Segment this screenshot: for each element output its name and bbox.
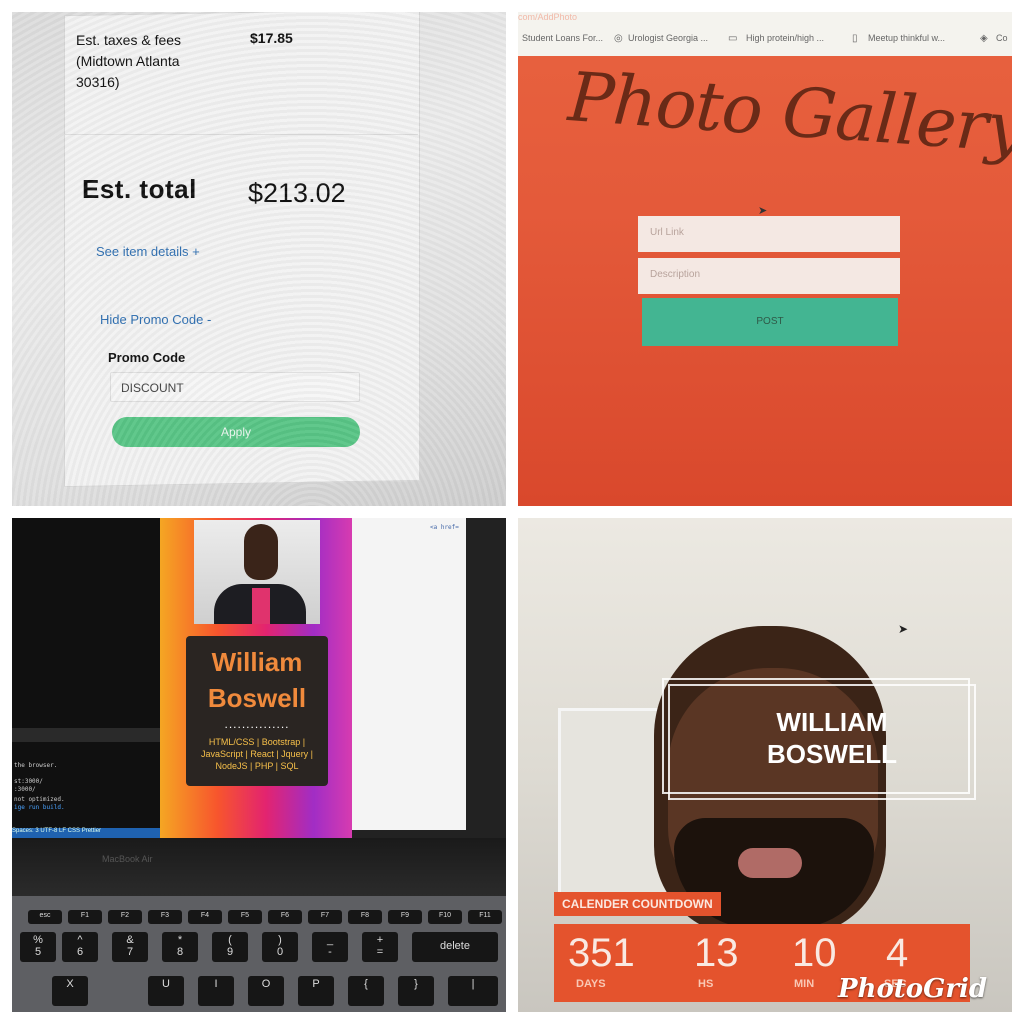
page-title: Photo Gallery [565,58,1012,169]
bookmark-high-protein[interactable]: High protein/high ... [746,33,824,43]
checkout-photo: Est. taxes & fees (Midtown Atlanta 30316… [12,12,506,506]
profile-photo-shirt [252,588,270,624]
keyboard: esc F1 F2 F3 F4 F5 F6 F7 F8 F9 F10 F11 %… [12,896,506,1012]
folder-icon: ▭ [728,33,738,44]
key-f1[interactable]: F1 [68,910,102,924]
key-delete[interactable]: delete [412,932,498,962]
key-f7[interactable]: F7 [308,910,342,924]
key-o[interactable]: O [248,976,284,1006]
hide-promo-code-link[interactable]: Hide Promo Code - [100,312,211,327]
laptop-bezel [12,838,506,896]
taxes-label: Est. taxes & fees (Midtown Atlanta 30316… [76,32,182,90]
devtools-pane [352,518,466,830]
taxes-value: $17.85 [250,30,293,46]
terminal-line: the browser. [14,762,58,769]
key-pipe[interactable]: | [448,976,498,1006]
divider-dots: ............... [224,717,290,731]
key-9[interactable]: ( 9 [212,932,248,962]
key-f3[interactable]: F3 [148,910,182,924]
key-p[interactable]: P [298,976,334,1006]
photogrid-watermark: PhotoGrid [838,974,988,1004]
laptop-label: MacBook Air [102,854,153,864]
editor-status-bar: Spaces: 3 UTF-8 LF CSS Prettier [12,828,160,838]
key-f8[interactable]: F8 [348,910,382,924]
key-8[interactable]: * 8 [162,932,198,962]
key-f6[interactable]: F6 [268,910,302,924]
see-item-details-link[interactable]: See item details + [96,244,200,259]
globe-icon: ◎ [614,33,623,44]
countdown-hours-unit: HS [698,978,714,990]
portrait-mouth [738,848,802,878]
key-equals[interactable]: + = [362,932,398,962]
bookmark-urologist[interactable]: Urologist Georgia ... [628,33,708,43]
terminal-toolbar [12,728,160,742]
countdown-seconds: 4 [886,931,909,975]
key-close-brace[interactable]: } [398,976,434,1006]
promo-code-input[interactable]: DISCOUNT [110,372,360,402]
terminal-line: :3000/ [14,786,36,793]
skills-list: HTML/CSS | Bootstrap | JavaScript | Reac… [200,737,314,771]
terminal-line: ige run build. [14,804,65,811]
key-f11[interactable]: F11 [468,910,502,924]
profile-photo-head [244,524,278,580]
countdown-hours: 13 [694,931,739,975]
bookmark-meetup[interactable]: Meetup thinkful w... [868,33,945,43]
countdown-days-unit: DAYS [576,978,606,990]
hero-name: WILLIAM BOSWELL [767,707,897,769]
divider [64,134,418,135]
key-i[interactable]: I [198,976,234,1006]
key-minus[interactable]: _ - [312,932,348,962]
countdown-minutes: 10 [792,931,837,975]
key-6[interactable]: ^ 6 [62,932,98,962]
first-name: William [211,647,303,677]
codepen-icon: ◈ [980,33,988,44]
key-0[interactable]: ) 0 [262,932,298,962]
photo-gallery-photo: com/AddPhoto Student Loans For... ◎ Urol… [518,12,1012,506]
key-open-brace[interactable]: { [348,976,384,1006]
total-value: $213.02 [248,178,346,208]
key-x[interactable]: X [52,976,88,1006]
countdown-minutes-unit: MIN [794,978,815,990]
mouse-cursor-icon: ➤ [758,205,768,217]
key-esc[interactable]: esc [28,910,62,924]
countdown-photo: WILLIAM BOSWELL ➤ CALENDER COUNTDOWN 351… [518,518,1012,1012]
laptop-portfolio-photo: the browser. st:3000/ :3000/ not optimiz… [12,518,506,1012]
mouse-cursor-icon: ➤ [898,622,909,636]
name-card: William Boswell ............... HTML/CSS… [186,636,328,786]
page-icon: ▯ [852,33,858,44]
bookmark-co[interactable]: Co [996,33,1008,43]
key-7[interactable]: & 7 [112,932,148,962]
key-u[interactable]: U [148,976,184,1006]
key-f5[interactable]: F5 [228,910,262,924]
key-f4[interactable]: F4 [188,910,222,924]
countdown-days: 351 [568,931,635,975]
code-text: <a href= [430,524,459,531]
total-label: Est. total [82,174,197,204]
description-input[interactable]: Description [638,258,900,294]
url-link-input[interactable]: Url Link [638,216,900,252]
key-f2[interactable]: F2 [108,910,142,924]
terminal-line: st:3000/ [14,778,43,785]
post-button[interactable]: POST [642,298,898,346]
terminal-line: not optimized. [14,796,65,803]
key-5[interactable]: % 5 [20,932,56,962]
key-f10[interactable]: F10 [428,910,462,924]
promo-code-label: Promo Code [108,350,186,365]
bookmark-student-loans[interactable]: Student Loans For... [522,33,603,43]
last-name: Boswell [207,683,307,713]
key-f9[interactable]: F9 [388,910,422,924]
address-bar-url[interactable]: com/AddPhoto [518,12,577,22]
apply-button[interactable]: Apply [112,417,360,447]
countdown-label: CALENDER COUNTDOWN [554,892,721,916]
